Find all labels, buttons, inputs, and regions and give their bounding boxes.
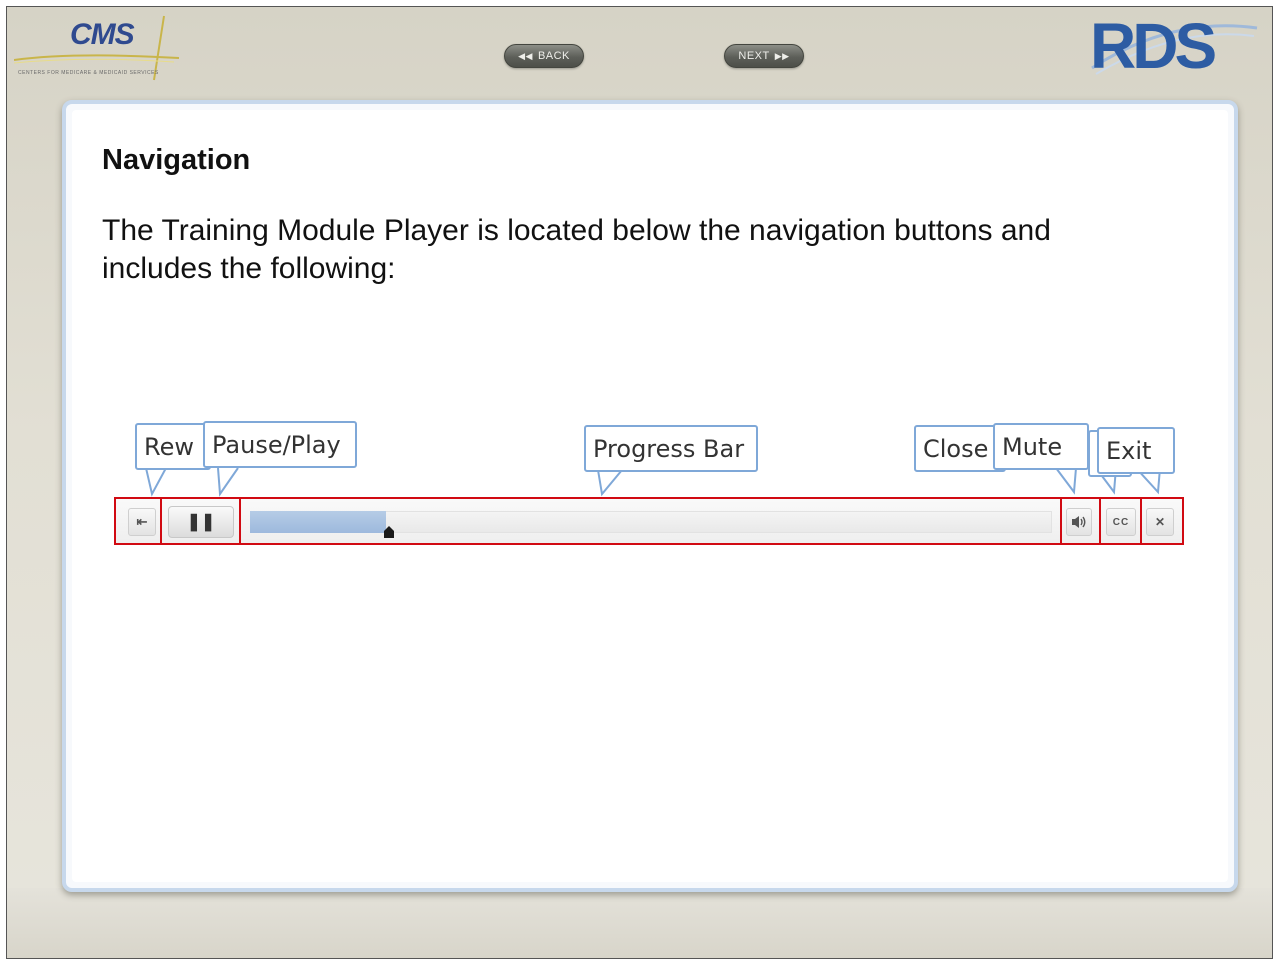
rewind-arrows-icon: ◀◀	[518, 50, 533, 61]
rds-logo: RDS	[1090, 14, 1258, 78]
mute-callout-pointer	[1055, 467, 1077, 495]
footer-band	[7, 888, 1272, 958]
mute-highlight	[1060, 497, 1101, 545]
cms-logo-subtitle: CENTERS FOR MEDICARE & MEDICAID SERVICES	[18, 70, 159, 76]
next-label: NEXT	[738, 50, 770, 62]
rewind-callout: Rew	[135, 423, 211, 470]
page-title: Navigation	[102, 144, 251, 176]
back-label: BACK	[537, 50, 570, 62]
back-button[interactable]: ◀◀ BACK	[504, 44, 584, 68]
pause-play-callout: Pause/Play	[203, 421, 357, 468]
progress-bar-highlight	[239, 497, 1062, 545]
progress-bar-callout: Progress Bar	[584, 425, 758, 472]
mute-callout: Mute	[993, 423, 1089, 470]
rds-logo-text: RDS	[1090, 10, 1217, 82]
exit-callout: Exit	[1097, 427, 1175, 474]
intro-text: The Training Module Player is located be…	[102, 214, 1051, 285]
rewind-callout-pointer	[145, 467, 167, 497]
pause-play-highlight	[160, 497, 241, 545]
cms-logo-text: CMS	[70, 18, 135, 51]
closed-caption-highlight	[1099, 497, 1142, 545]
cms-logo: CMS CENTERS FOR MEDICARE & MEDICAID SERV…	[13, 8, 184, 83]
forward-arrows-icon: ▶▶	[774, 50, 790, 61]
pause-play-callout-pointer	[217, 467, 239, 497]
exit-highlight	[1140, 497, 1184, 545]
rewind-highlight	[114, 497, 162, 545]
next-button[interactable]: NEXT ▶▶	[724, 44, 804, 68]
progress-bar-callout-pointer	[597, 469, 623, 497]
